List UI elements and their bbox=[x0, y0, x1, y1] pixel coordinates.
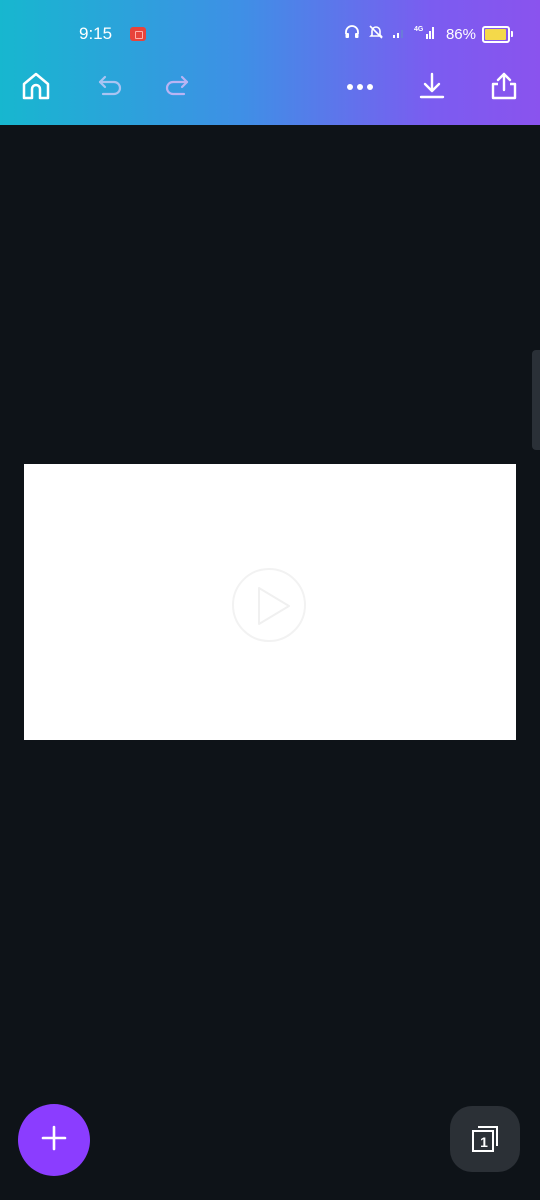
design-page[interactable] bbox=[24, 464, 516, 740]
bell-off-icon bbox=[368, 24, 384, 45]
page-count: 1 bbox=[480, 1134, 488, 1150]
download-icon bbox=[416, 70, 448, 107]
status-icons: 4G 86% bbox=[336, 22, 513, 46]
4g-signal-icon: 4G bbox=[414, 24, 436, 45]
status-bar: 9:15 4G 86% bbox=[0, 0, 540, 68]
more-options-button[interactable] bbox=[340, 68, 380, 108]
share-button[interactable] bbox=[484, 68, 524, 108]
play-icon[interactable] bbox=[219, 568, 319, 648]
pages-button[interactable]: 1 bbox=[450, 1106, 520, 1172]
battery-icon bbox=[482, 25, 513, 43]
redo-icon bbox=[162, 70, 194, 107]
scrollbar-thumb[interactable] bbox=[532, 350, 540, 450]
more-icon bbox=[345, 79, 375, 97]
headphones-icon bbox=[344, 24, 360, 45]
battery-percent: 86% bbox=[445, 25, 476, 43]
top-toolbar: 9:15 4G 86% bbox=[0, 0, 540, 125]
status-time: 9:15 bbox=[79, 24, 113, 43]
battery-level bbox=[485, 28, 506, 40]
share-icon bbox=[488, 70, 520, 107]
home-button[interactable] bbox=[16, 68, 56, 108]
signal-icon bbox=[392, 25, 406, 44]
plus-icon bbox=[40, 1124, 68, 1157]
undo-icon bbox=[93, 70, 125, 107]
undo-button[interactable] bbox=[89, 68, 129, 108]
pages-icon: 1 bbox=[470, 1124, 500, 1154]
home-icon bbox=[20, 70, 52, 107]
add-element-button[interactable] bbox=[18, 1104, 90, 1176]
download-button[interactable] bbox=[412, 68, 452, 108]
screen-record-icon bbox=[130, 27, 146, 41]
redo-button[interactable] bbox=[158, 68, 198, 108]
svg-text:4G: 4G bbox=[414, 26, 424, 33]
